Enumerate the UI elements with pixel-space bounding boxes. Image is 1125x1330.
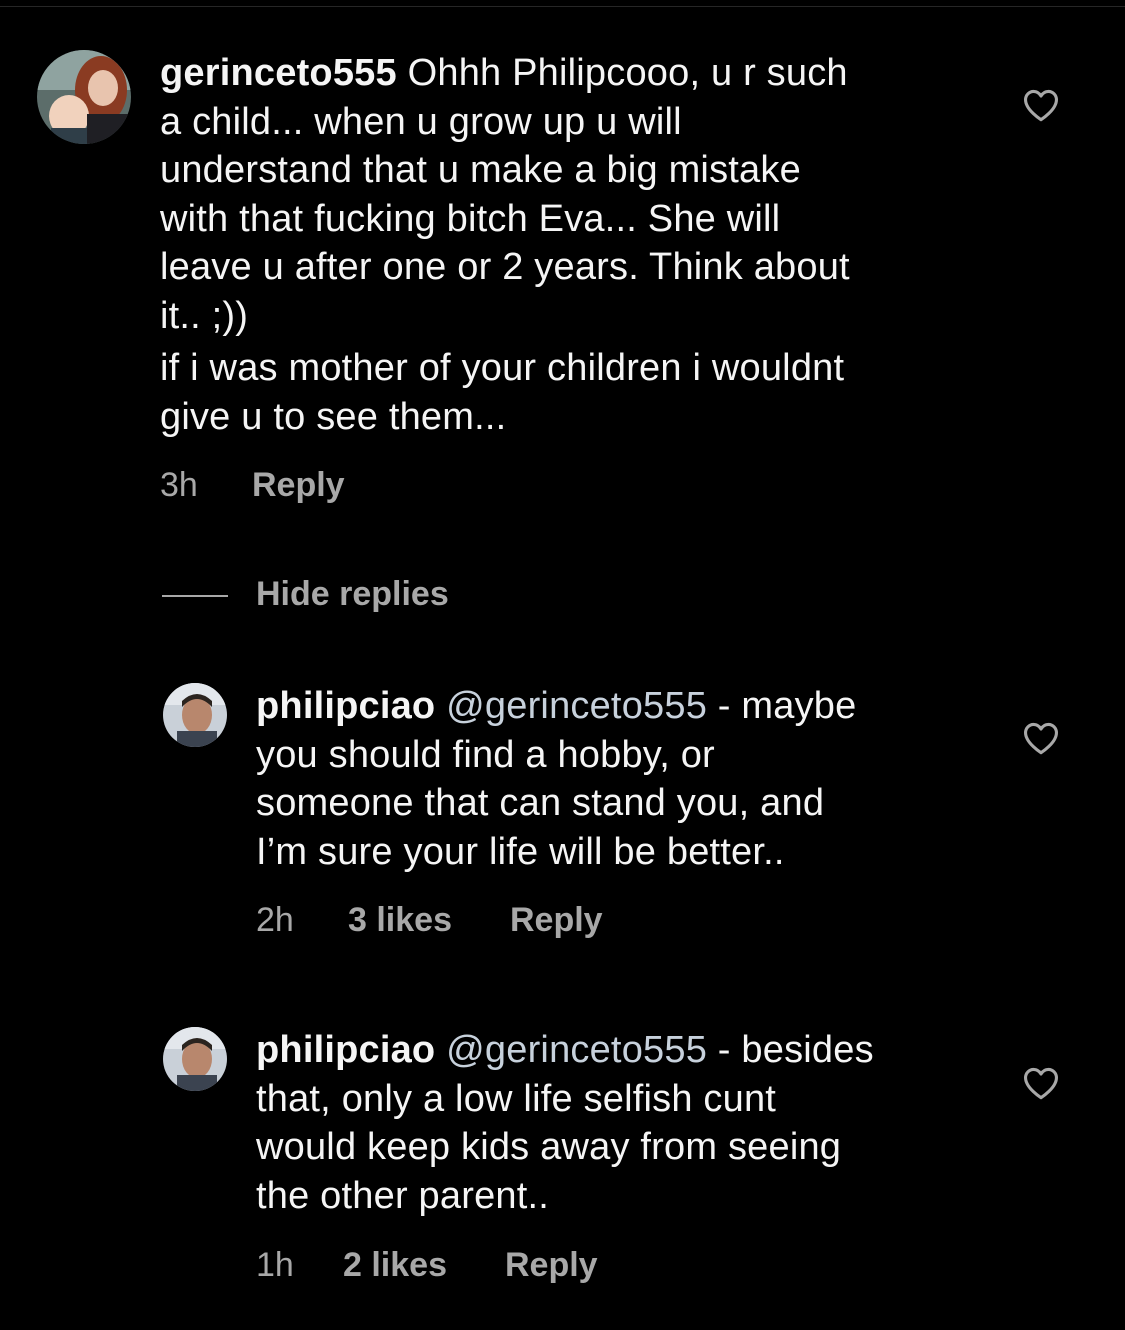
comment-line: Ohhh Philipcooo, u r such	[407, 52, 848, 94]
reply-button[interactable]: Reply	[510, 900, 603, 940]
likes-count[interactable]: 3 likes	[348, 900, 452, 940]
reply-username[interactable]: philipciao	[256, 685, 435, 727]
mention-link[interactable]: @gerinceto555	[446, 1029, 707, 1071]
like-heart-icon[interactable]	[1022, 1066, 1060, 1100]
reply-text: philipciao @gerinceto555 - maybe you sho…	[256, 682, 1016, 876]
reply-line: would keep kids away from seeing	[256, 1126, 842, 1168]
avatar[interactable]	[163, 683, 227, 747]
avatar[interactable]	[37, 50, 131, 144]
comment-time: 3h	[160, 466, 198, 504]
reply-line: someone that can stand you, and	[256, 782, 825, 824]
reply-button[interactable]: Reply	[505, 1245, 598, 1285]
avatar[interactable]	[163, 1027, 227, 1091]
comment-username[interactable]: gerinceto555	[160, 52, 397, 94]
comment-line: a child... when u grow up u will	[160, 100, 682, 143]
reply-line: I’m sure your life will be better..	[256, 830, 785, 873]
reply-line: - besides	[717, 1029, 874, 1071]
reply-text: philipciao @gerinceto555 - besides that,…	[256, 1026, 1016, 1220]
comment-line: leave u after one or 2 years. Think abou…	[160, 246, 850, 288]
reply-line: the other parent..	[256, 1174, 550, 1217]
replies-divider	[162, 595, 228, 597]
reply-line: that, only a low life selfish cunt	[256, 1077, 777, 1120]
reply-button[interactable]: Reply	[252, 465, 345, 505]
comment-line: if i was mother of your children i would…	[160, 347, 845, 389]
mention-link[interactable]: @gerinceto555	[446, 685, 707, 727]
comment-line: with that fucking bitch Eva... She will	[160, 197, 781, 240]
reply-time: 1h	[256, 1246, 294, 1284]
like-heart-icon[interactable]	[1022, 721, 1060, 755]
comment-text: gerinceto555 Ohhh Philipcooo, u r such a…	[160, 49, 1040, 441]
reply-line: - maybe	[717, 685, 857, 727]
comment-line: give u to see them...	[160, 395, 507, 438]
reply-username[interactable]: philipciao	[256, 1029, 435, 1071]
reply-line: you should find a hobby, or	[256, 733, 715, 776]
hide-replies-label[interactable]: Hide replies	[256, 574, 449, 614]
like-heart-icon[interactable]	[1022, 88, 1060, 122]
comment-line: understand that u make a big mistake	[160, 149, 801, 191]
top-divider	[0, 6, 1125, 7]
likes-count[interactable]: 2 likes	[343, 1245, 447, 1285]
comment-line: it.. ;))	[160, 294, 249, 337]
reply-time: 2h	[256, 901, 294, 939]
